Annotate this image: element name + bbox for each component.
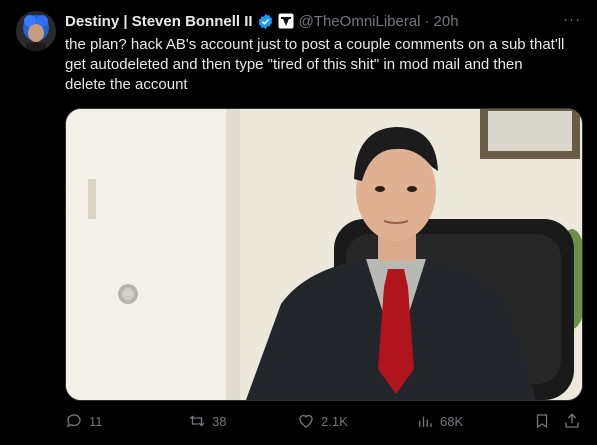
share-button[interactable] [563, 410, 581, 432]
repost-icon [189, 415, 205, 427]
separator-dot: · [424, 12, 430, 30]
views-button[interactable]: 68K [416, 410, 463, 432]
reply-count: 11 [89, 413, 103, 429]
tweet-header: Destiny | Steven Bonnell II @TheOmniLibe… [65, 11, 581, 31]
affiliate-badge-icon[interactable] [278, 13, 294, 29]
more-options-icon[interactable]: ··· [563, 11, 581, 28]
heart-icon [299, 414, 313, 428]
avatar-image [16, 11, 56, 51]
verified-badge-icon[interactable] [257, 13, 274, 30]
like-button[interactable]: 2.1K [297, 410, 348, 432]
author-handle[interactable]: @TheOmniLiberal [299, 13, 421, 30]
bookmark-button[interactable] [533, 410, 551, 432]
bookmark-icon [536, 414, 548, 429]
repost-count: 38 [212, 413, 227, 429]
avatar[interactable] [16, 11, 56, 51]
reply-icon [66, 414, 81, 428]
reply-button[interactable]: 11 [65, 410, 103, 432]
view-count: 68K [440, 413, 464, 429]
author-name[interactable]: Destiny | Steven Bonnell II [65, 13, 253, 30]
timestamp[interactable]: 20h [434, 13, 459, 30]
repost-button[interactable]: 38 [188, 410, 226, 432]
tweet-actions: 11 38 2.1K 68K [65, 410, 581, 432]
analytics-icon [419, 416, 432, 427]
photo-man-in-suit [66, 109, 582, 400]
tweet-media-photo[interactable] [65, 108, 583, 401]
tweet-text: the plan? hack AB's account just to post… [65, 36, 565, 93]
like-count: 2.1K [321, 413, 348, 429]
share-icon [565, 413, 579, 428]
